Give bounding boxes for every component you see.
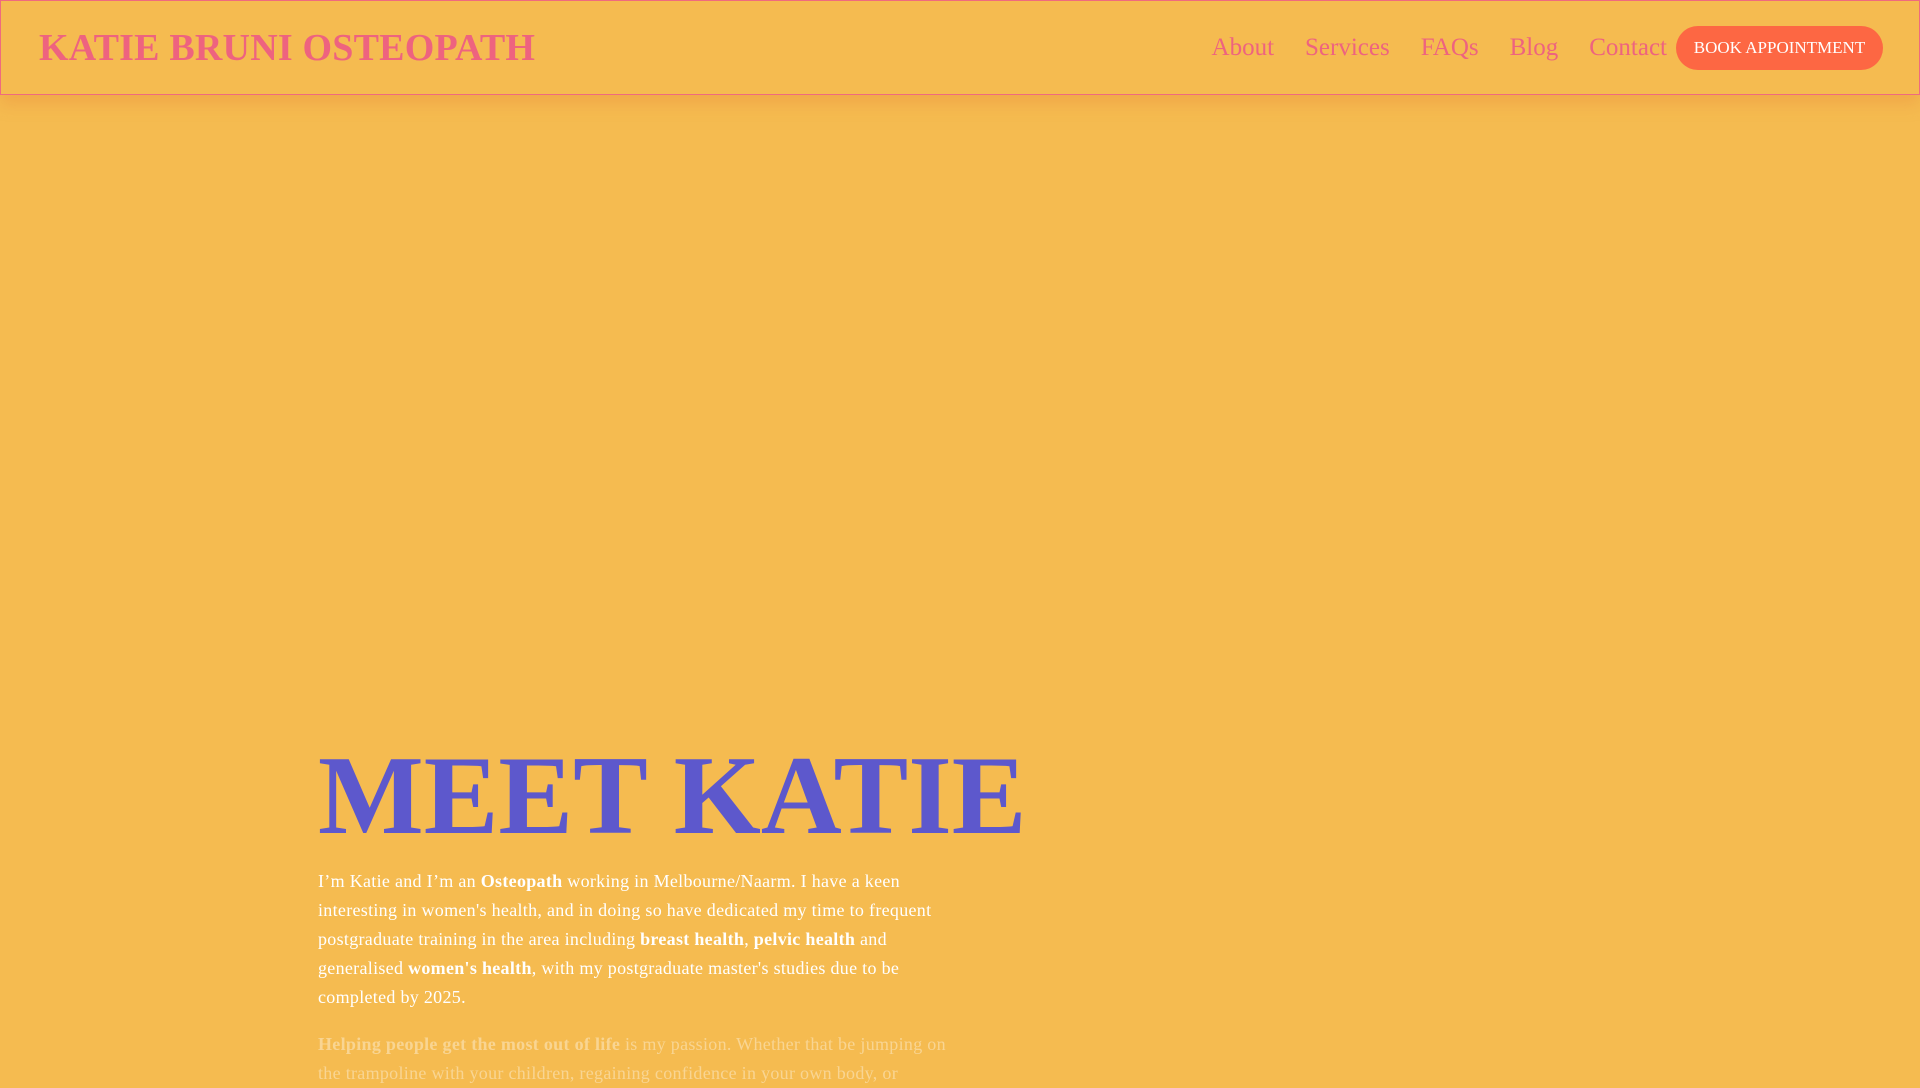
- main-nav: About Services FAQs Blog Contact: [1212, 31, 1667, 65]
- intro-paragraph: I’m Katie and I’m an Osteopath working i…: [318, 867, 958, 1012]
- nav-services[interactable]: Services: [1305, 31, 1390, 65]
- intro-bold-breast-health: breast health: [640, 929, 745, 949]
- site-header: KATIE BRUNI OSTEOPATH About Services FAQ…: [0, 0, 1920, 95]
- nav-about[interactable]: About: [1212, 31, 1275, 65]
- nav-contact[interactable]: Contact: [1589, 31, 1667, 65]
- passion-paragraph: Helping people get the most out of life …: [318, 1030, 958, 1088]
- intro-text: I’m Katie and I’m an: [318, 871, 481, 891]
- site-logo[interactable]: KATIE BRUNI OSTEOPATH: [39, 25, 535, 71]
- passion-bold: Helping people get the most out of life: [318, 1034, 621, 1054]
- intro-text: ,: [744, 929, 754, 949]
- book-appointment-button[interactable]: BOOK APPOINTMENT: [1676, 26, 1883, 70]
- intro-bold-pelvic-health: pelvic health: [753, 929, 856, 949]
- intro-bold-womens-health: women's health: [408, 958, 532, 978]
- nav-faqs[interactable]: FAQs: [1421, 31, 1479, 65]
- intro-bold-osteopath: Osteopath: [480, 871, 563, 891]
- nav-blog[interactable]: Blog: [1510, 31, 1559, 65]
- page-title: MEET KATIE: [318, 734, 1027, 858]
